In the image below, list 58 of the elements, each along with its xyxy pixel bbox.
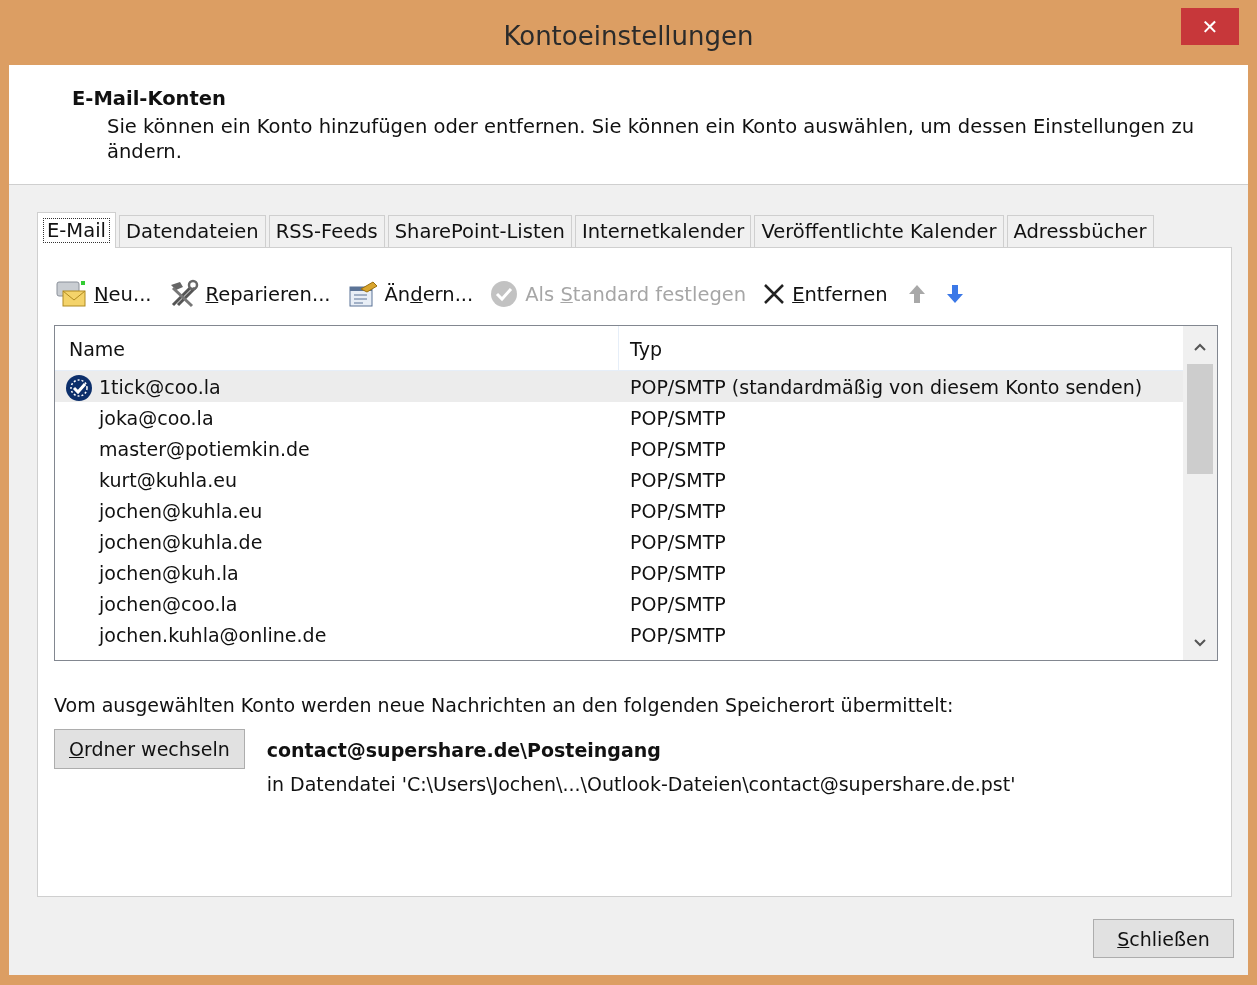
- tab[interactable]: Veröffentlichte Kalender: [754, 215, 1004, 247]
- arrow-down-icon: [945, 284, 964, 304]
- account-type: POP/SMTP: [629, 406, 727, 429]
- account-type: POP/SMTP: [629, 623, 727, 646]
- section-title: E-Mail-Konten: [72, 87, 226, 110]
- account-row[interactable]: jochen@kuhla.eu POP/SMTP: [55, 495, 1183, 526]
- delivery-text: Vom ausgewählten Konto werden neue Nachrichten an den folgenden Speicherort übermittelt:: [54, 694, 954, 716]
- account-type: POP/SMTP: [629, 561, 727, 584]
- tab[interactable]: Datendateien: [118, 215, 266, 247]
- folder-path: contact@supershare.de\Posteingang: [266, 739, 661, 761]
- account-type: POP/SMTP: [629, 468, 727, 491]
- account-name: kurt@kuhla.eu: [99, 468, 237, 491]
- account-row[interactable]: jochen.kuhla@online.de POP/SMTP: [55, 619, 1183, 650]
- account-row[interactable]: jochen@kuh.la POP/SMTP: [55, 557, 1183, 588]
- move-down-button[interactable]: [945, 284, 964, 304]
- account-name: 1tick@coo.la: [99, 375, 221, 398]
- document-icon: [346, 279, 379, 309]
- account-name: master@potiemkin.de: [99, 437, 310, 460]
- toolbar-button[interactable]: Reparieren...: [167, 279, 331, 309]
- account-name: jochen@kuhla.de: [99, 530, 263, 553]
- window-title: Kontoeinstellungen: [503, 20, 754, 51]
- account-name: jochen@kuhla.eu: [99, 499, 263, 522]
- check-circle-icon: [489, 279, 520, 309]
- account-type: POP/SMTP: [629, 499, 727, 522]
- account-row[interactable]: 1tick@coo.la POP/SMTP (standardmäßig von diesem Konto senden): [55, 371, 1183, 402]
- cross-icon: [762, 282, 787, 306]
- tab[interactable]: Internetkalender: [574, 215, 752, 247]
- tab[interactable]: RSS-Feeds: [268, 215, 385, 247]
- account-name: jochen@kuh.la: [99, 561, 239, 584]
- account-type: POP/SMTP: [629, 530, 727, 553]
- account-row[interactable]: joka@coo.la POP/SMTP: [55, 402, 1183, 433]
- arrow-up-icon: [907, 284, 926, 304]
- account-name: jochen.kuhla@online.de: [99, 623, 327, 646]
- account-type: POP/SMTP: [629, 437, 727, 460]
- column-header[interactable]: Name: [55, 326, 618, 370]
- tab[interactable]: Adressbücher: [1006, 215, 1154, 247]
- chevron-down-icon[interactable]: [1193, 638, 1207, 648]
- account-name: joka@coo.la: [99, 406, 214, 429]
- account-row[interactable]: kurt@kuhla.eu POP/SMTP: [55, 464, 1183, 495]
- section-description: Sie können ein Konto hinzufügen oder entfernen. Sie können ein Konto auswählen, um dessen Einstellungen zu ändern.: [107, 114, 1196, 164]
- account-name: jochen@coo.la: [99, 592, 238, 615]
- toolbar-button[interactable]: Entfernen: [762, 282, 888, 306]
- scrollbar[interactable]: [1183, 326, 1217, 660]
- account-row[interactable]: jochen@coo.la POP/SMTP: [55, 588, 1183, 619]
- account-type: POP/SMTP: [629, 592, 727, 615]
- tab[interactable]: SharePoint-Listen: [387, 215, 572, 247]
- tab[interactable]: E-Mail: [37, 212, 116, 248]
- envelope-icon: [54, 279, 88, 309]
- account-type: POP/SMTP (standardmäßig von diesem Konto senden): [629, 375, 1144, 398]
- toolbar-button[interactable]: Ändern...: [346, 279, 474, 309]
- change-folder-button[interactable]: Ordner wechseln: [54, 729, 245, 769]
- toolbar-button[interactable]: Neu...: [54, 279, 152, 309]
- data-file-path: in Datendatei 'C:\Users\Jochen\...\Outlook-Dateien\contact@supershare.de.pst': [266, 773, 1016, 795]
- account-row[interactable]: jochen@kuhla.de POP/SMTP: [55, 526, 1183, 557]
- close-dialog-button[interactable]: Schließen: [1093, 919, 1234, 958]
- account-row[interactable]: master@potiemkin.de POP/SMTP: [55, 433, 1183, 464]
- close-button[interactable]: ✕: [1181, 8, 1239, 45]
- chevron-up-icon[interactable]: [1193, 342, 1207, 352]
